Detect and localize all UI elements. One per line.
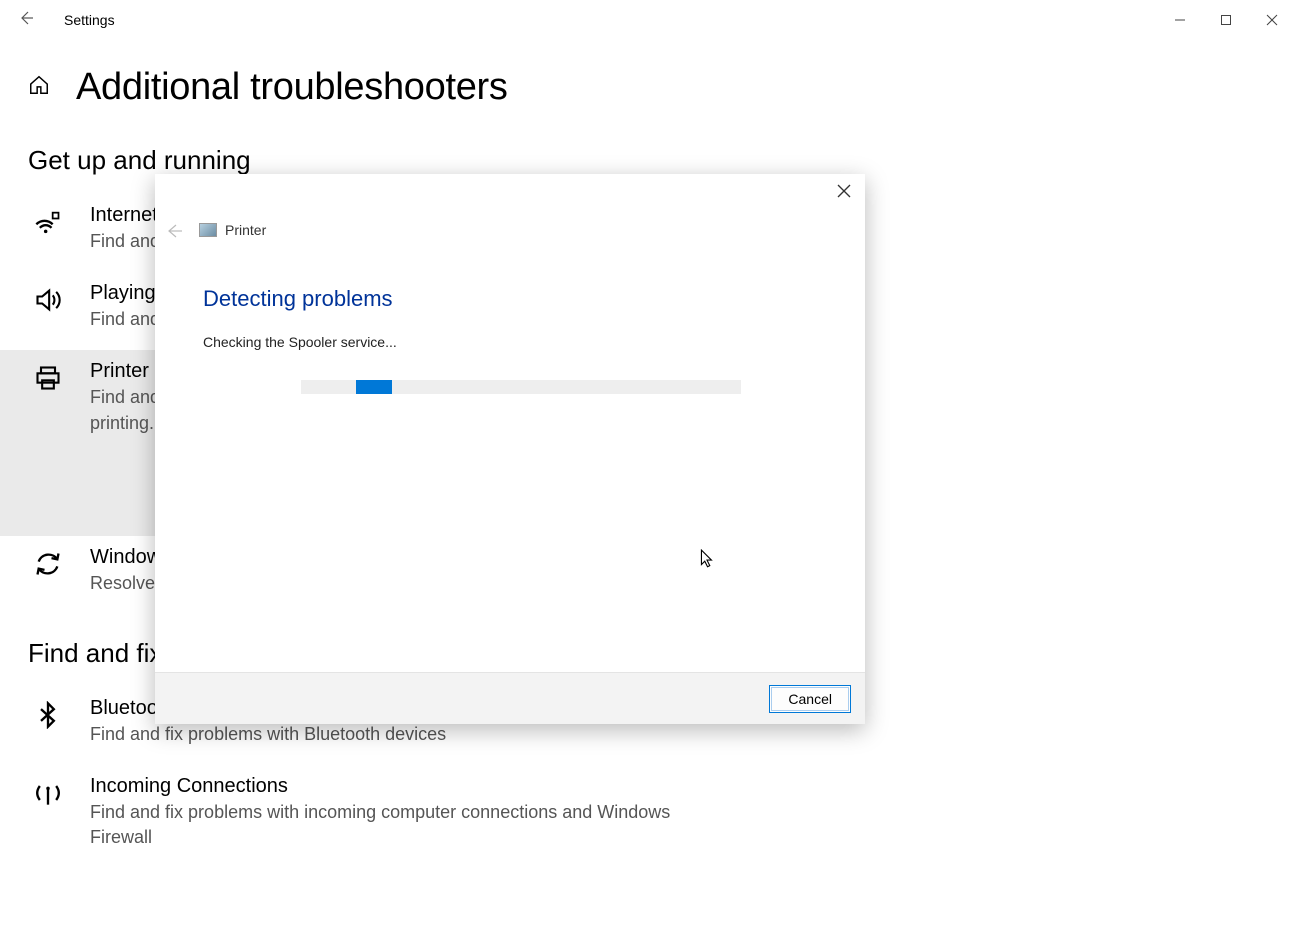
dialog-back-icon [167,224,183,243]
dialog-status: Checking the Spooler service... [203,334,397,350]
troubleshooter-dialog: Printer Detecting problems Checking the … [155,174,865,724]
broadcast-icon [28,775,68,850]
progress-bar [301,380,741,394]
wifi-icon [28,204,68,254]
item-desc: Find and fix problems with Bluetooth dev… [90,722,446,747]
progress-indicator [356,380,392,394]
dialog-breadcrumb: Printer [199,222,266,238]
printer-small-icon [199,223,217,237]
maximize-button[interactable] [1203,4,1249,36]
minimize-button[interactable] [1157,4,1203,36]
dialog-footer: Cancel [155,672,865,724]
item-desc: Find and fix problems with incoming comp… [90,800,672,850]
cancel-button[interactable]: Cancel [769,685,851,713]
close-button[interactable] [1249,4,1295,36]
sync-icon [28,546,68,596]
window-controls [1157,4,1295,36]
list-item-incoming-connections[interactable]: Incoming Connections Find and fix proble… [0,765,700,868]
page-title: Additional troubleshooters [76,66,508,109]
printer-icon [28,360,68,435]
title-bar: Settings [0,0,1295,40]
breadcrumb-text: Printer [225,222,266,238]
bluetooth-icon [28,697,68,747]
app-title: Settings [64,12,115,28]
page-header: Additional troubleshooters [0,40,1295,137]
home-icon[interactable] [28,74,50,101]
back-icon[interactable] [18,10,34,31]
dialog-close-button[interactable] [837,184,851,203]
item-title: Incoming Connections [90,775,672,798]
dialog-title: Detecting problems [203,286,393,312]
speaker-icon [28,282,68,332]
